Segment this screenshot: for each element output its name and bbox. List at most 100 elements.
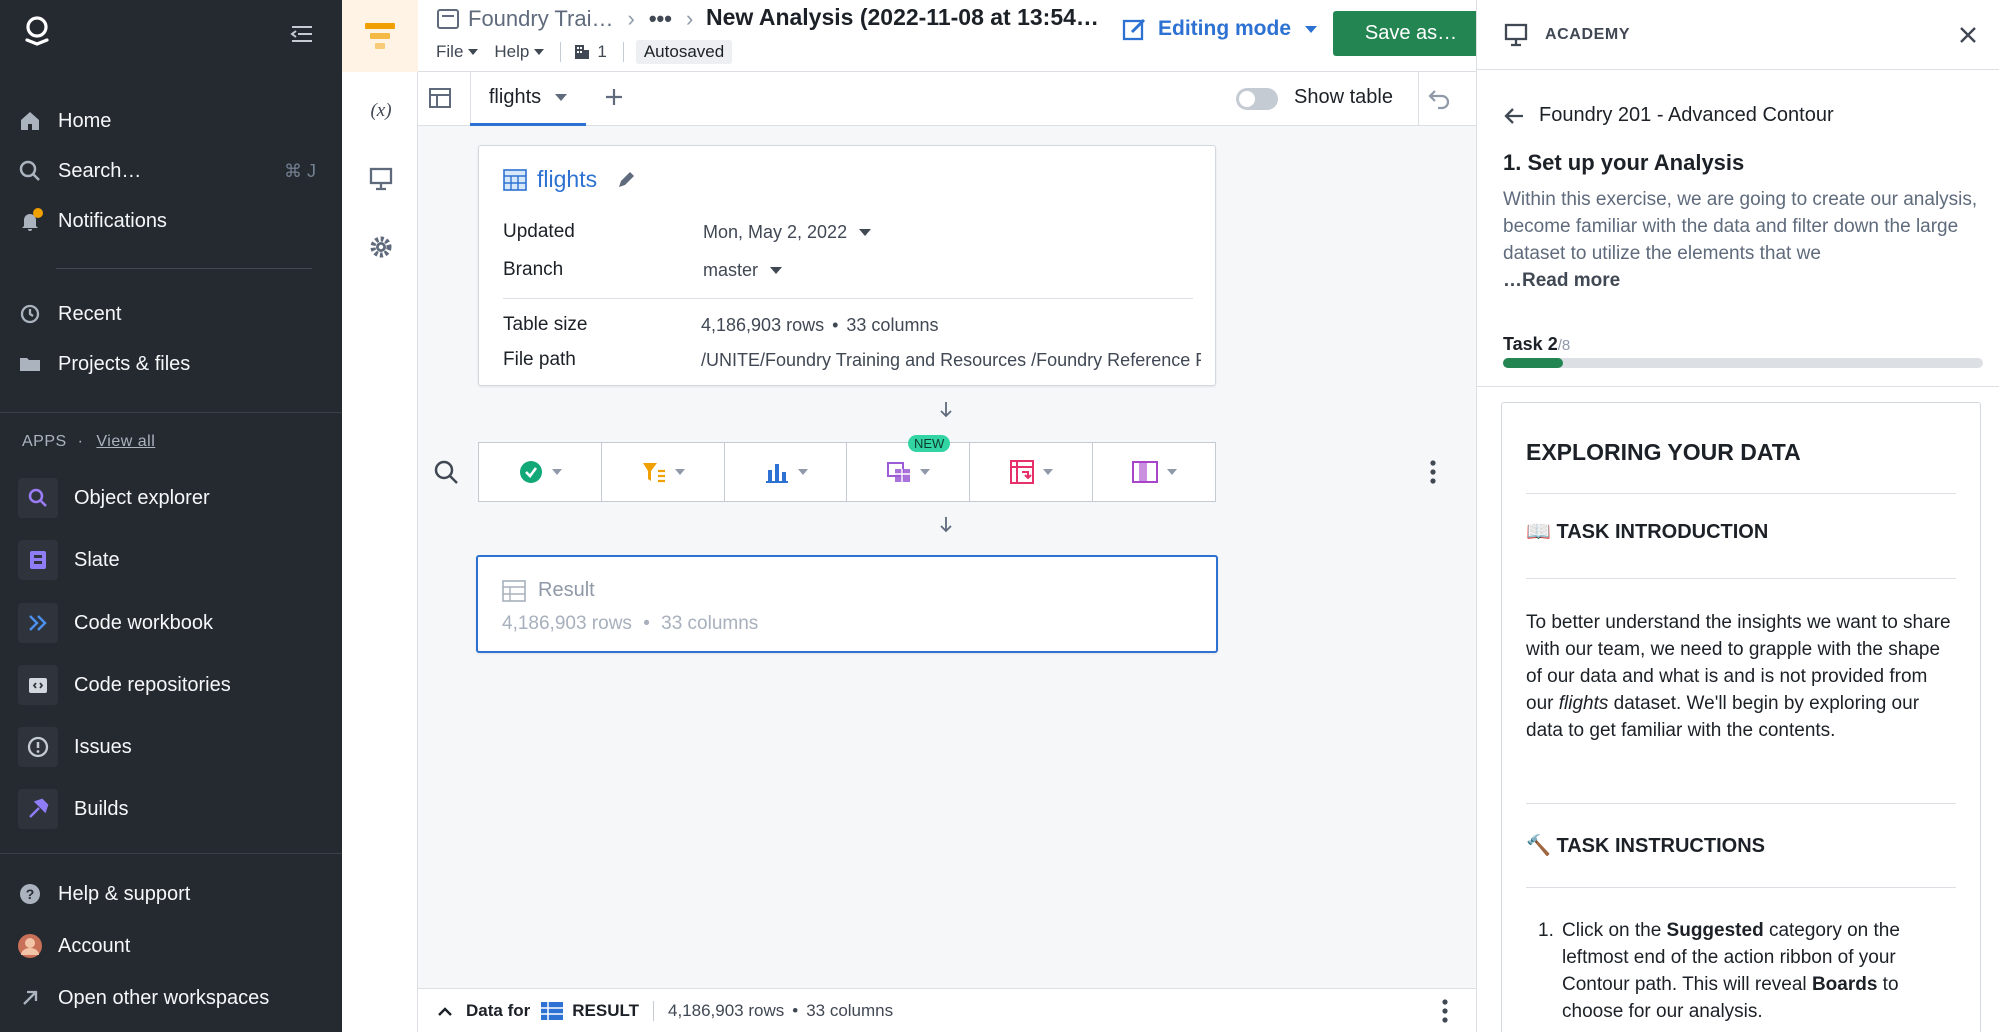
editing-mode-dropdown[interactable]: Editing mode	[1122, 16, 1317, 42]
result-card[interactable]: Result 4,186,903 rows • 33 columns	[476, 555, 1218, 653]
avatar	[16, 932, 44, 960]
svg-text:?: ?	[26, 886, 35, 902]
updated-dropdown[interactable]: Mon, May 2, 2022	[703, 222, 872, 243]
file-path-value[interactable]: /UNITE/Foundry Training and Resources /F…	[701, 350, 1201, 371]
nav-account-label: Account	[58, 934, 131, 957]
breadcrumb: Foundry Trai… › ••• ›	[436, 6, 707, 32]
app-builds[interactable]: Builds	[18, 788, 128, 830]
join-category[interactable]	[847, 443, 971, 501]
issues-icon	[18, 727, 58, 767]
updated-label: Updated	[503, 221, 575, 242]
caret-down-icon	[859, 229, 872, 236]
code-repositories-icon	[18, 665, 58, 705]
check-badge-icon	[519, 461, 542, 483]
header: Foundry Trai… › ••• › New Analysis (2022…	[418, 0, 1507, 72]
columns-category[interactable]	[1093, 443, 1215, 501]
builds-icon	[18, 789, 58, 829]
chevron-right-icon: ›	[685, 6, 694, 31]
branch-dropdown[interactable]: master	[703, 260, 783, 281]
divider	[1526, 578, 1956, 579]
divider	[652, 1000, 654, 1021]
nav-search-label: Search…	[58, 159, 142, 182]
section-description: Within this exercise, we are going to cr…	[1503, 186, 1983, 294]
app-code-repositories[interactable]: Code repositories	[18, 664, 231, 706]
apps-heading-label: APPS	[22, 433, 67, 450]
app-label: Code repositories	[74, 673, 231, 696]
variables-button[interactable]: (x)	[366, 96, 396, 126]
show-table-toggle[interactable]	[1236, 88, 1278, 110]
help-menu-label: Help	[494, 42, 530, 61]
code-workbook-icon	[18, 603, 58, 643]
more-vertical-icon[interactable]	[1440, 997, 1450, 1025]
nav-open-workspaces[interactable]: Open other workspaces	[16, 978, 269, 1018]
settings-button[interactable]	[366, 232, 396, 262]
collapse-sidebar-icon[interactable]	[288, 20, 316, 48]
arrow-down-icon	[938, 400, 954, 425]
breadcrumb-more[interactable]: •••	[649, 6, 672, 32]
dot-separator: •	[643, 613, 650, 634]
chart-category[interactable]	[725, 443, 848, 501]
branch-value: master	[703, 260, 759, 280]
tab-flights[interactable]: flights	[470, 72, 586, 126]
read-more-link[interactable]: …Read more	[1503, 270, 1620, 291]
add-tab-button[interactable]	[602, 84, 626, 116]
dot-separator: •	[792, 1000, 799, 1020]
collaborators[interactable]: 1	[573, 42, 607, 62]
pencil-icon[interactable]	[615, 169, 637, 191]
chevron-up-icon[interactable]	[436, 1004, 454, 1018]
nav-projects[interactable]: Projects & files	[16, 344, 190, 384]
contour-logo[interactable]	[342, 0, 418, 72]
nav-recent[interactable]: Recent	[16, 294, 121, 334]
course-back-link[interactable]: Foundry 201 - Advanced Contour	[1503, 104, 1834, 127]
undo-button[interactable]	[1426, 86, 1452, 115]
ribbon-more-button[interactable]	[1428, 458, 1438, 491]
file-menu-label: File	[436, 42, 464, 61]
pivot-category[interactable]	[970, 443, 1094, 501]
page-title[interactable]: New Analysis (2022-11-08 at 13:54…	[706, 4, 1099, 31]
dot-separator: •	[832, 315, 839, 335]
breadcrumb-folder[interactable]: Foundry Trai…	[468, 6, 614, 32]
dataset-card[interactable]: flights Updated Mon, May 2, 2022 Branch …	[478, 145, 1216, 386]
dataset-title[interactable]: flights	[503, 166, 637, 193]
nav-search[interactable]: Search… ⌘ J	[16, 151, 316, 191]
app-slate[interactable]: Slate	[18, 539, 120, 581]
close-icon[interactable]	[1958, 25, 1978, 45]
arrow-left-icon	[1504, 107, 1523, 124]
task-card: EXPLORING YOUR DATA 📖 TASK INTRODUCTION …	[1501, 402, 1981, 1032]
history-icon	[16, 300, 44, 328]
app-issues[interactable]: Issues	[18, 726, 132, 768]
nav-account[interactable]: Account	[16, 926, 130, 966]
edit-icon	[1122, 18, 1146, 41]
plus-icon	[606, 89, 622, 105]
task-card-title: EXPLORING YOUR DATA	[1526, 439, 1801, 465]
nav-home-label: Home	[58, 109, 112, 132]
help-menu[interactable]: Help	[494, 42, 545, 62]
task-counter: Task 2/8	[1503, 334, 1570, 355]
file-menu[interactable]: File	[436, 42, 479, 62]
table-view-button[interactable]	[428, 86, 452, 115]
search-board-button[interactable]	[432, 458, 460, 491]
nav-home[interactable]: Home	[16, 101, 111, 141]
main-area: Foundry Trai… › ••• › New Analysis (2022…	[418, 0, 1507, 1032]
save-as-button[interactable]: Save as…	[1333, 11, 1489, 56]
app-code-workbook[interactable]: Code workbook	[18, 602, 213, 644]
apps-heading: APPS · View all	[22, 433, 155, 451]
app-object-explorer[interactable]: Object explorer	[18, 477, 210, 519]
filter-category[interactable]	[602, 443, 725, 501]
palantir-logo[interactable]	[20, 14, 54, 48]
caret-down-icon	[1305, 25, 1317, 33]
nav-notifications[interactable]: Notifications	[16, 201, 167, 241]
result-title-label: Result	[538, 579, 595, 601]
caret-down-icon	[555, 94, 568, 101]
building-icon	[575, 45, 590, 59]
more-vertical-icon	[1430, 460, 1436, 484]
view-all-link[interactable]: View all	[96, 433, 155, 450]
object-explorer-icon	[18, 478, 58, 518]
nav-help[interactable]: ? Help & support	[16, 874, 190, 914]
nav-recent-label: Recent	[58, 302, 122, 325]
suggested-category[interactable]	[479, 443, 602, 501]
step-text: Click on the	[1562, 920, 1667, 941]
intro-text-emphasis: flights	[1558, 693, 1609, 714]
bar-chart-icon	[765, 464, 788, 483]
presentation-button[interactable]	[366, 164, 396, 194]
